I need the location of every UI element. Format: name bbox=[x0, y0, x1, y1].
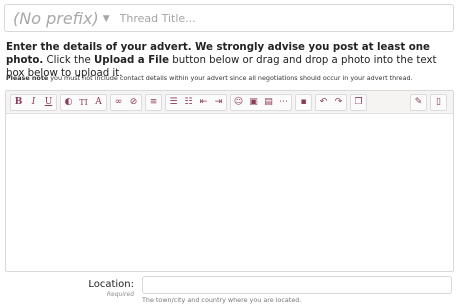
contact-note: Please note you must not include contact… bbox=[6, 74, 456, 82]
quote-group: ❐ bbox=[350, 93, 367, 111]
remove-format-icon[interactable]: ✎ bbox=[411, 95, 426, 110]
location-row: Location: Required The town/city and cou… bbox=[0, 275, 466, 304]
align-group: ≡ bbox=[145, 93, 162, 111]
thread-title-input[interactable] bbox=[117, 10, 442, 26]
bullet-list-icon[interactable]: ☰ bbox=[166, 95, 181, 110]
font-size-icon[interactable]: TI bbox=[76, 95, 91, 110]
insert-group: ☺ ▣ ▤ ⋯ bbox=[230, 93, 292, 111]
location-input[interactable] bbox=[142, 276, 452, 294]
title-row: (No prefix) ▼ bbox=[4, 4, 454, 32]
font-family-icon[interactable]: A bbox=[91, 95, 106, 110]
quote-icon[interactable]: ❐ bbox=[351, 95, 366, 110]
italic-icon[interactable]: I bbox=[26, 95, 41, 110]
editor-content-area[interactable] bbox=[6, 114, 453, 271]
upload-file-text: Upload a File bbox=[94, 55, 170, 66]
unlink-icon[interactable]: ⊘ bbox=[126, 95, 141, 110]
location-required: Required bbox=[106, 291, 134, 298]
link-icon[interactable]: ∞ bbox=[111, 95, 126, 110]
link-group: ∞ ⊘ bbox=[110, 93, 142, 111]
note-bold: Please note bbox=[6, 74, 49, 82]
font-group: ◐ TI A bbox=[60, 93, 107, 111]
numbered-list-icon[interactable]: ☷ bbox=[181, 95, 196, 110]
chevron-down-icon: ▼ bbox=[102, 13, 110, 24]
more-icon[interactable]: ⋯ bbox=[276, 95, 291, 110]
bold-icon[interactable]: B bbox=[11, 95, 26, 110]
location-label: Location: bbox=[88, 279, 134, 290]
instructions-text1: Click the bbox=[43, 55, 95, 66]
underline-icon[interactable]: U bbox=[41, 95, 56, 110]
message-editor: B I U ◐ TI A ∞ ⊘ ≡ ☰ ☷ ⇤ ⇥ ☺ ▣ ▤ ⋯ ▪ ↶ ↷… bbox=[5, 90, 454, 272]
smilie-icon[interactable]: ☺ bbox=[231, 95, 246, 110]
outdent-icon[interactable]: ⇤ bbox=[196, 95, 211, 110]
align-icon[interactable]: ≡ bbox=[146, 95, 161, 110]
remove-format-group: ✎ bbox=[410, 93, 427, 111]
history-group: ↶ ↷ bbox=[315, 93, 347, 111]
editor-toolbar: B I U ◐ TI A ∞ ⊘ ≡ ☰ ☷ ⇤ ⇥ ☺ ▣ ▤ ⋯ ▪ ↶ ↷… bbox=[6, 91, 453, 114]
prefix-dropdown[interactable]: (No prefix) ▼ bbox=[5, 9, 110, 28]
prefix-label: (No prefix) bbox=[13, 8, 99, 28]
text-style-group: B I U bbox=[10, 93, 57, 111]
save-draft-icon[interactable]: ▪ bbox=[296, 95, 311, 110]
undo-icon[interactable]: ↶ bbox=[316, 95, 331, 110]
color-icon[interactable]: ◐ bbox=[61, 95, 76, 110]
indent-icon[interactable]: ⇥ bbox=[211, 95, 226, 110]
draft-group: ▪ bbox=[295, 93, 312, 111]
redo-icon[interactable]: ↷ bbox=[331, 95, 346, 110]
list-group: ☰ ☷ ⇤ ⇥ bbox=[165, 93, 227, 111]
image-icon[interactable]: ▣ bbox=[246, 95, 261, 110]
location-hint: The town/city and country where you are … bbox=[142, 296, 302, 304]
note-text: you must not include contact details wit… bbox=[48, 74, 413, 82]
media-icon[interactable]: ▤ bbox=[261, 95, 276, 110]
toggle-bbcode-icon[interactable]: ▯ bbox=[431, 95, 446, 110]
bbcode-group: ▯ bbox=[430, 93, 447, 111]
